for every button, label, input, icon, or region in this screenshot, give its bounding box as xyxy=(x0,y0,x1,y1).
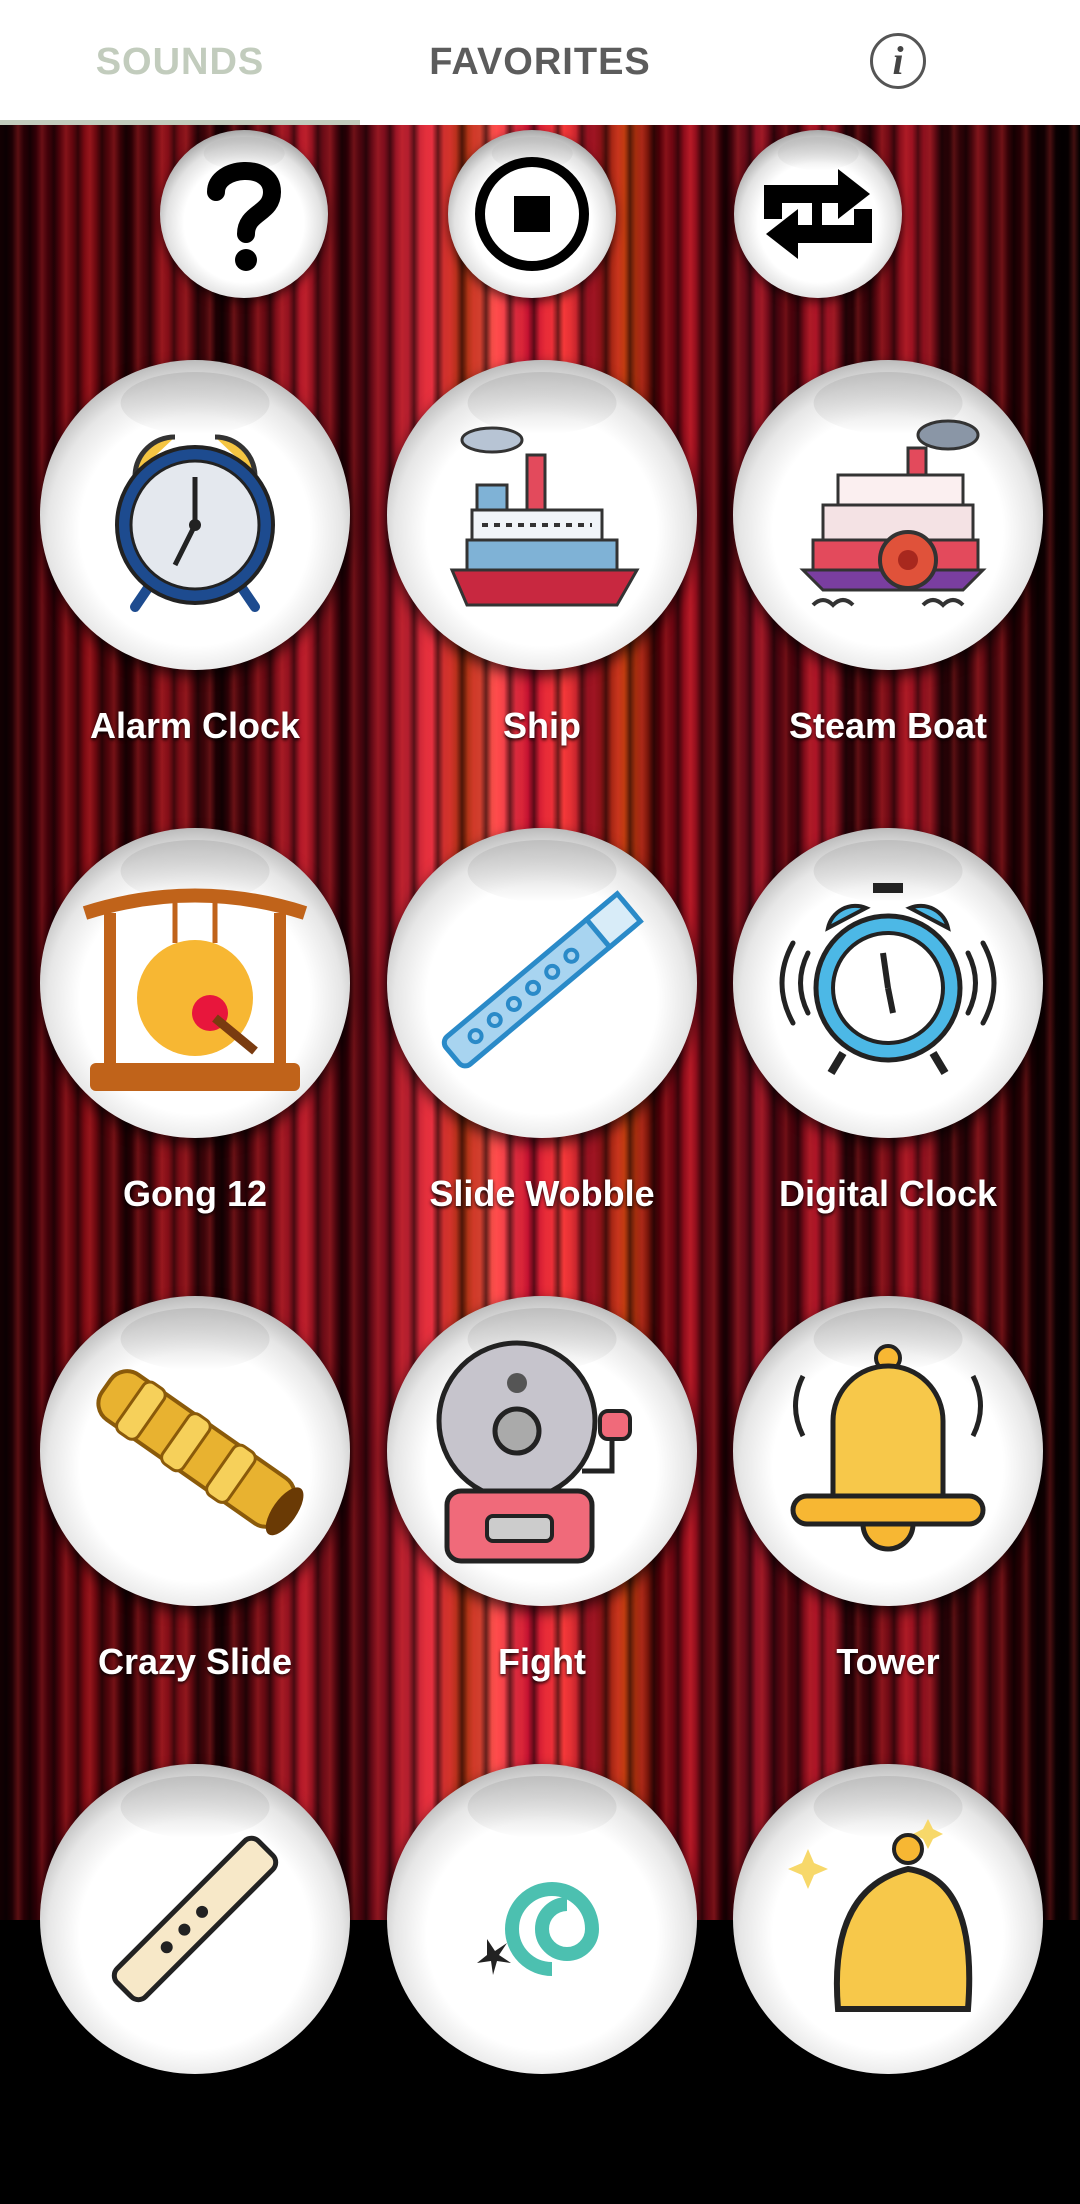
gong-icon xyxy=(82,888,308,1091)
info-icon[interactable]: i xyxy=(870,33,926,89)
sound-digital-clock[interactable]: Digital Clock xyxy=(733,828,1043,1268)
tab-sounds[interactable]: SOUNDS xyxy=(0,0,360,125)
sound-label: Fight xyxy=(498,1641,586,1682)
sound-ball[interactable] xyxy=(387,360,697,670)
sound-ball[interactable] xyxy=(40,1764,350,2074)
sound-steam-boat[interactable]: Steam Boat xyxy=(733,360,1043,800)
sound-ball[interactable] xyxy=(40,360,350,670)
sound-label: Ship xyxy=(503,705,581,746)
repeat-button[interactable] xyxy=(734,130,902,298)
help-button[interactable] xyxy=(160,130,328,298)
sound-party-horn[interactable] xyxy=(387,1764,697,2204)
sound-recorder[interactable] xyxy=(40,1764,350,2204)
sound-fight[interactable]: Fight xyxy=(387,1296,697,1736)
sound-sparkle-bell[interactable] xyxy=(733,1764,1043,2204)
question-icon xyxy=(207,162,282,271)
sound-crazy-slide[interactable]: Crazy Slide xyxy=(40,1296,350,1736)
sound-tower[interactable]: Tower xyxy=(733,1296,1043,1736)
sound-ball[interactable] xyxy=(733,828,1043,1138)
sound-label: Gong 12 xyxy=(122,1173,268,1214)
fight-bell-icon xyxy=(436,1340,632,1564)
sound-ball[interactable] xyxy=(733,360,1043,670)
sound-ball[interactable] xyxy=(733,1296,1043,1606)
sound-ball[interactable] xyxy=(387,1764,697,2074)
active-tab-indicator xyxy=(0,120,360,125)
sound-label: Crazy Slide xyxy=(97,1641,293,1682)
sound-label: Digital Clock xyxy=(778,1173,998,1214)
stop-button[interactable] xyxy=(448,130,616,298)
sound-label: Steam Boat xyxy=(788,705,988,746)
ship-icon xyxy=(449,426,640,607)
sound-alarm-clock[interactable]: Alarm Clock xyxy=(40,360,350,800)
ringing-clock-icon xyxy=(779,883,997,1076)
sound-slide-wobble[interactable]: Slide Wobble xyxy=(387,828,697,1268)
slide-whistle-icon xyxy=(96,1369,304,1536)
stop-icon xyxy=(475,157,589,271)
flute-icon xyxy=(441,890,644,1069)
sound-gong-12[interactable]: Gong 12 xyxy=(40,828,350,1268)
recorder-icon xyxy=(111,1835,279,2003)
steam-boat-icon xyxy=(799,419,987,608)
sound-ball[interactable] xyxy=(387,1296,697,1606)
sound-ball[interactable] xyxy=(40,1296,350,1606)
sound-ball[interactable] xyxy=(40,828,350,1138)
sound-ship[interactable]: Ship xyxy=(387,360,697,800)
sound-ball[interactable] xyxy=(387,828,697,1138)
tab-favorites[interactable]: FAVORITES xyxy=(360,0,720,125)
sound-label: Alarm Clock xyxy=(89,705,301,746)
sound-label: Tower xyxy=(836,1641,940,1682)
sparkle-bell-icon xyxy=(788,1819,973,2012)
repeat-icon xyxy=(764,169,872,259)
sound-ball[interactable] xyxy=(733,1764,1043,2074)
alarm-clock-icon xyxy=(115,434,275,612)
sound-label: Slide Wobble xyxy=(429,1173,655,1214)
bell-icon xyxy=(790,1344,986,1552)
top-tab-bar: SOUNDS FAVORITES i xyxy=(0,0,1080,125)
party-horn-icon xyxy=(477,1882,600,1976)
